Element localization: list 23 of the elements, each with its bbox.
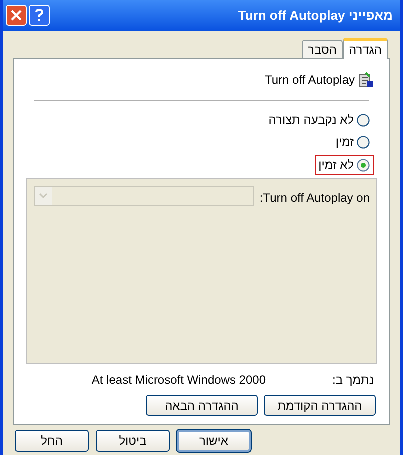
policy-icon [358, 72, 374, 88]
window-title: מאפייני Turn off Autoplay [238, 6, 394, 25]
radio-button[interactable] [357, 136, 370, 148]
setting-name: Turn off Autoplay [264, 72, 355, 89]
dialog-button[interactable]: ביטול [96, 430, 170, 452]
help-icon [35, 9, 44, 22]
radio-option[interactable]: לא נקבעה תצורה [264, 111, 374, 129]
nav-button[interactable]: ההגדרה הקודמת [264, 395, 376, 416]
close-icon [11, 10, 22, 21]
dialog-button[interactable]: החל [15, 430, 89, 452]
close-button[interactable] [6, 5, 27, 26]
tab[interactable]: הגדרה [343, 38, 388, 59]
tab[interactable]: הסבר [302, 40, 343, 58]
radio-button[interactable] [357, 114, 370, 126]
supported-value: At least Microsoft Windows 2000 [92, 372, 266, 389]
supported-label: נתמך ב: [332, 372, 374, 389]
radio-option[interactable]: זמין [332, 133, 374, 151]
options-label: Turn off Autoplay on: [260, 190, 370, 207]
radio-option[interactable]: לא זמין [314, 155, 374, 175]
help-button[interactable] [29, 5, 50, 26]
dialog-button[interactable]: אישור [177, 430, 251, 452]
nav-button[interactable]: ההגדרה הבאה [146, 395, 258, 416]
radio-button[interactable] [357, 158, 370, 172]
